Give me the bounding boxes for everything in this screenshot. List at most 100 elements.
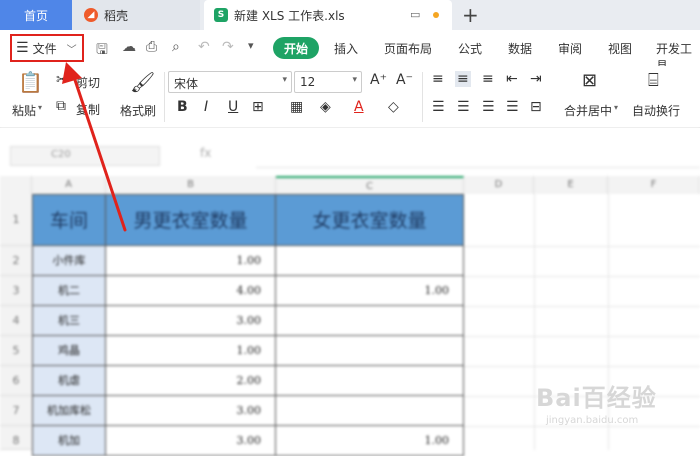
table-header-cell[interactable]: 男更衣室数量 [106,194,276,246]
tab-home[interactable]: 首页 [0,0,72,30]
align-left-icon[interactable]: ☰ [432,99,445,115]
tab-page-layout[interactable]: 页面布局 [384,40,432,57]
decrease-indent-icon[interactable]: ⇤ [506,71,518,87]
table-cell[interactable]: 4.00 [106,276,276,306]
paste-dropdown-icon[interactable]: ▾ [38,103,42,112]
copy-icon[interactable]: ⧉ [56,98,66,114]
underline-icon[interactable]: U [228,99,238,115]
table-cell[interactable]: 3.00 [106,396,276,426]
table-cell[interactable] [276,306,464,336]
file-menu-button[interactable]: ☰ 文件 ﹀ [10,34,84,62]
align-middle-icon[interactable]: ≡ [455,71,471,87]
column-header[interactable]: F [608,176,700,194]
row-header[interactable]: 7 [0,396,32,426]
row-header[interactable]: 3 [0,276,32,306]
table-cell[interactable]: 1.00 [106,246,276,276]
redo-icon[interactable]: ↷ [222,39,234,55]
save-icon[interactable]: 🖫 [96,39,108,63]
print-icon[interactable]: ⎙ [146,39,157,55]
paste-icon[interactable]: 📋 [18,70,43,94]
paste-button[interactable]: 粘贴 [12,102,36,119]
fill-pattern-icon[interactable]: ▦ [290,99,303,115]
wrap-text-icon[interactable]: ⌸ [648,70,659,91]
cut-button[interactable]: 剪切 [76,74,100,91]
table-cell[interactable]: 1.00 [276,276,464,306]
font-color-icon[interactable]: A [354,99,364,115]
row-header[interactable]: 6 [0,366,32,396]
tab-daoke[interactable]: ◢ 稻壳 [72,0,200,30]
align-bottom-icon[interactable]: ≡ [482,71,494,87]
table-cell[interactable] [276,396,464,426]
tab-start[interactable]: 开始 [273,37,319,59]
window-mode-icon[interactable]: ▭ [410,8,420,21]
cloud-icon[interactable]: ☁ [122,39,136,55]
table-cell[interactable] [276,246,464,276]
table-cell[interactable]: 鸡晶 [32,336,106,366]
table-header-cell[interactable]: 车间 [32,194,106,246]
column-header[interactable]: A [32,176,106,194]
table-header-cell[interactable]: 女更衣室数量 [276,194,464,246]
row-header[interactable]: 5 [0,336,32,366]
row-header[interactable]: 2 [0,246,32,276]
undo-icon[interactable]: ↶ [198,39,210,55]
table-cell[interactable]: 1.00 [106,336,276,366]
menu-bar: ☰ 文件 ﹀ 🖫 ☁ ⎙ ⌕ ↶ ↷ ▾ 开始 插入 页面布局 公式 数据 审阅… [0,30,700,73]
row-header[interactable]: 4 [0,306,32,336]
print-preview-icon[interactable]: ⌕ [172,39,180,55]
increase-font-icon[interactable]: A⁺ [370,72,387,88]
align-top-icon[interactable]: ≡ [432,71,444,87]
distributed-icon[interactable]: ⊟ [530,99,542,115]
table-cell[interactable]: 机虐 [32,366,106,396]
table-cell[interactable] [276,366,464,396]
tab-insert[interactable]: 插入 [334,40,358,57]
tab-data[interactable]: 数据 [508,40,532,57]
table-cell[interactable]: 机加 [32,426,106,456]
tab-review[interactable]: 审阅 [558,40,582,57]
column-header[interactable]: D [464,176,534,194]
select-all-corner[interactable] [0,176,32,194]
table-cell[interactable]: 机二 [32,276,106,306]
table-cell[interactable]: 1.00 [276,426,464,456]
clear-format-icon[interactable]: ◇ [388,99,399,115]
grid-line [534,194,535,450]
table-cell[interactable] [276,336,464,366]
merge-center-button[interactable]: 合并居中 [564,102,612,119]
merge-dropdown-icon[interactable]: ▾ [614,103,618,112]
align-center-icon[interactable]: ☰ [457,99,470,115]
column-header[interactable]: B [106,176,276,194]
border-icon[interactable]: ⊞ [252,99,264,115]
wrap-text-button[interactable]: 自动换行 [632,102,680,119]
row-header[interactable]: 1 [0,194,32,246]
name-box[interactable]: C20 [10,146,160,166]
italic-icon[interactable]: I [204,99,208,115]
fx-icon[interactable]: fx [200,146,211,160]
formula-input[interactable] [256,144,700,168]
align-right-icon[interactable]: ☰ [482,99,495,115]
column-header[interactable]: E [534,176,608,194]
table-cell[interactable]: 小件库 [32,246,106,276]
format-painter-button[interactable]: 格式刷 [120,102,156,119]
tab-view[interactable]: 视图 [608,40,632,57]
font-name-select[interactable]: 宋体 ▾ [168,71,292,93]
table-cell[interactable]: 机加库松 [32,396,106,426]
bold-icon[interactable]: B [177,99,188,115]
decrease-font-icon[interactable]: A⁻ [396,72,413,88]
merge-center-icon[interactable]: ⊠ [582,70,597,91]
new-tab-button[interactable]: + [462,3,479,27]
font-size-select[interactable]: 12 ▾ [294,71,362,93]
format-painter-icon[interactable]: 🖌 [130,70,155,94]
quick-access-more-icon[interactable]: ▾ [248,39,254,52]
column-header[interactable]: C [276,176,464,194]
tab-formulas[interactable]: 公式 [458,40,482,57]
table-cell[interactable]: 3.00 [106,306,276,336]
table-cell[interactable]: 2.00 [106,366,276,396]
copy-button[interactable]: 复制 [76,101,100,118]
table-cell[interactable]: 机三 [32,306,106,336]
justify-icon[interactable]: ☰ [506,99,519,115]
fill-color-icon[interactable]: ◈ [320,99,331,115]
scissors-icon[interactable]: ✂ [56,72,68,88]
ribbon-divider [422,72,423,122]
increase-indent-icon[interactable]: ⇥ [530,71,542,87]
row-header[interactable]: 8 [0,426,32,450]
table-cell[interactable]: 3.00 [106,426,276,456]
